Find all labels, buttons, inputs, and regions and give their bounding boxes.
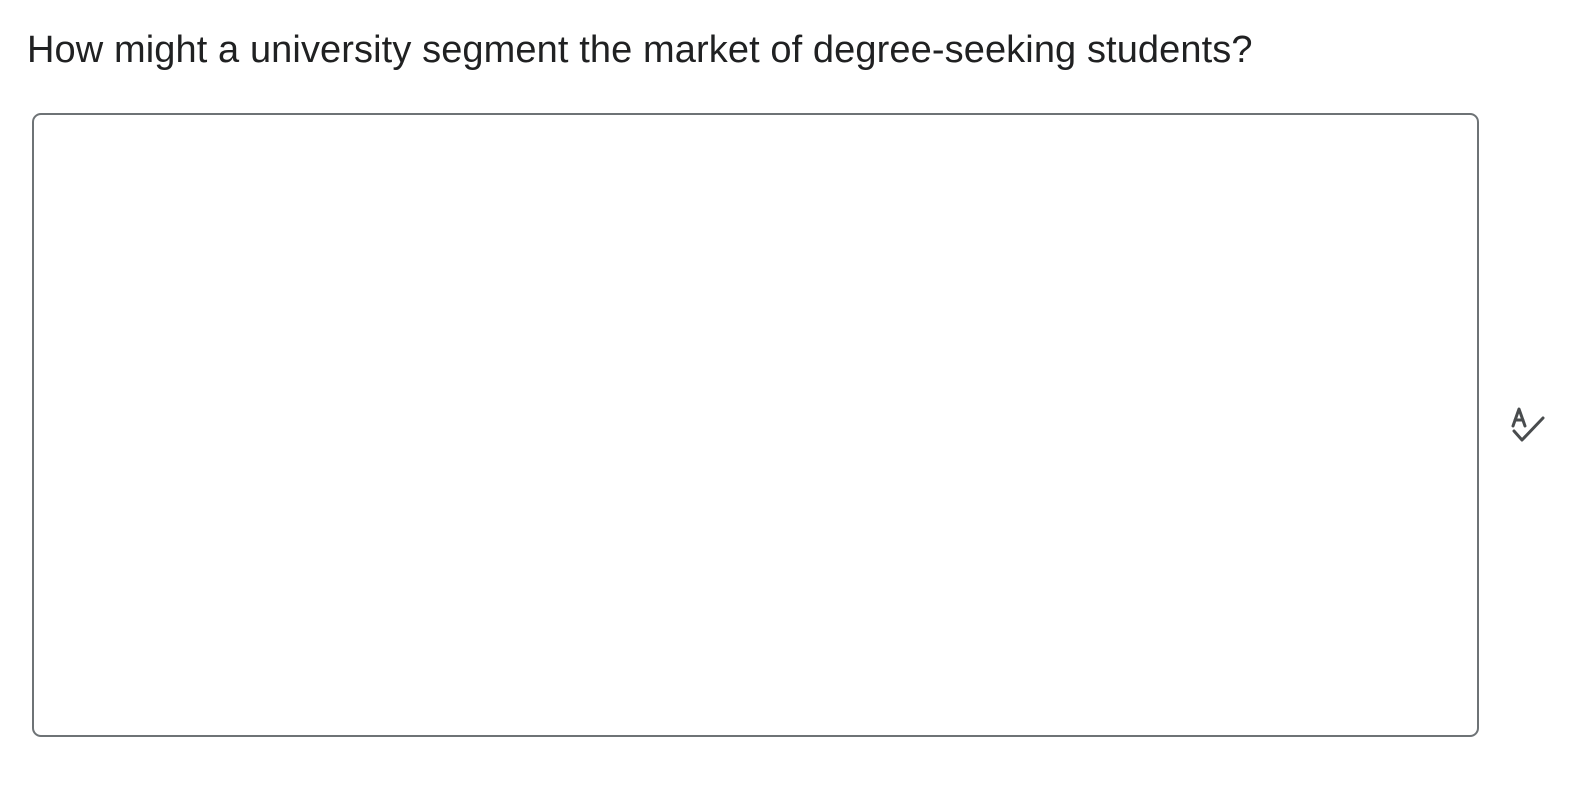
spellcheck-icon[interactable] [1506, 404, 1546, 446]
answer-textarea[interactable] [32, 113, 1479, 737]
question-text: How might a university segment the marke… [27, 29, 1253, 71]
question-page: How might a university segment the marke… [0, 0, 1579, 797]
